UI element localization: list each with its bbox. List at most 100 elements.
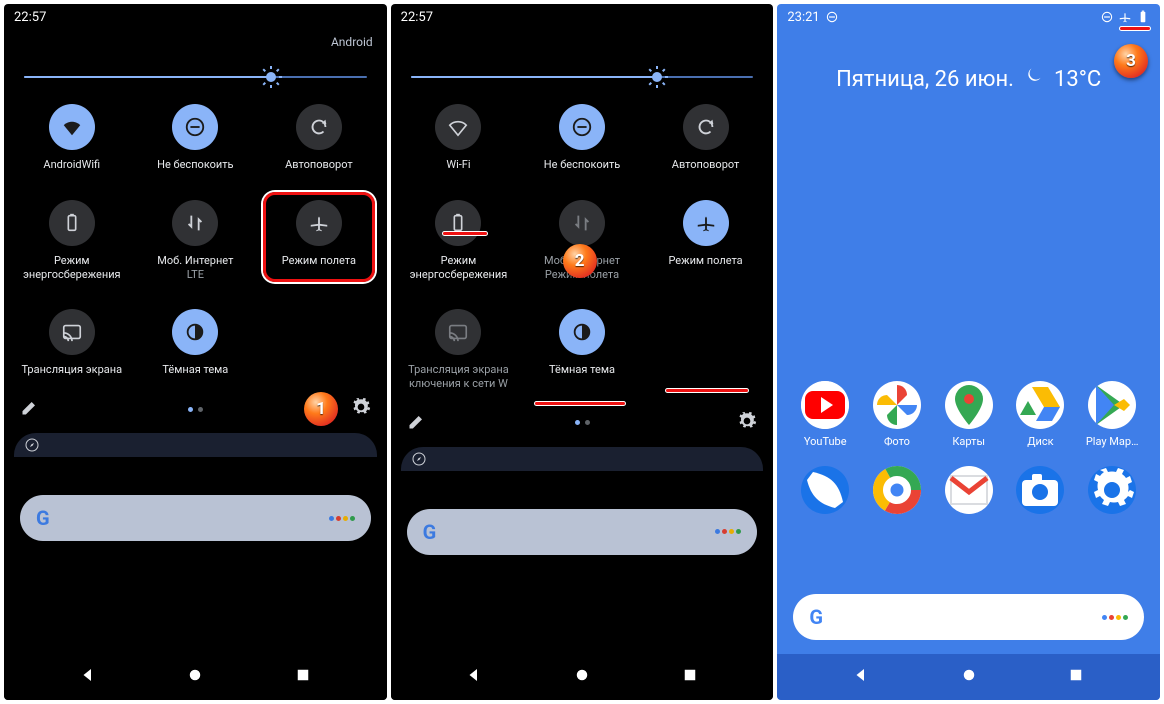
tile-dark-theme[interactable]: Тёмная тема <box>134 309 258 377</box>
rotate-icon <box>308 116 330 138</box>
tile-dark-theme[interactable]: Тёмная тема <box>520 309 644 391</box>
assistant-icon[interactable] <box>715 529 741 534</box>
app-phone[interactable] <box>789 466 861 520</box>
airplane-status-icon <box>1118 10 1132 24</box>
cast-icon <box>447 321 469 343</box>
phone-panel-left: 22:57 Android AndroidWifi Не беспокоить … <box>4 4 387 700</box>
phone-panel-middle: 22:57 Wi-Fi Не беспокоить Автоповорот Ре… <box>391 4 774 700</box>
page-dots <box>575 420 590 425</box>
battery-icon <box>1136 10 1150 24</box>
tile-dnd[interactable]: Не беспокоить <box>520 104 644 172</box>
app-youtube[interactable]: YouTube <box>789 381 861 448</box>
battery-icon <box>61 212 83 234</box>
app-photos[interactable]: Фото <box>861 381 933 448</box>
nav-back[interactable] <box>79 666 97 688</box>
status-bar: 22:57 <box>391 4 774 30</box>
nav-bar <box>777 654 1160 700</box>
app-gmail[interactable] <box>933 466 1005 520</box>
tile-wifi[interactable]: AndroidWifi <box>10 104 134 172</box>
phone-panel-right: 23:21 Пятница, 26 июн. 13°C YouTube Фото… <box>777 4 1160 700</box>
settings-button[interactable] <box>737 411 757 435</box>
notification-shelf[interactable] <box>401 447 764 471</box>
wifi-icon <box>61 116 83 138</box>
google-logo: G <box>809 605 823 629</box>
tile-dnd[interactable]: Не беспокоить <box>134 104 258 172</box>
nav-home[interactable] <box>186 666 204 688</box>
underline-wifi <box>443 232 487 235</box>
brightness-slider[interactable] <box>391 54 774 88</box>
app-grid: YouTube Фото Карты Диск Play Мар… <box>777 381 1160 520</box>
tile-cast[interactable]: Трансляция экранаключения к сети W <box>397 309 521 391</box>
status-carrier: Android <box>4 30 387 54</box>
tile-airplane[interactable]: Режим полета <box>257 200 381 282</box>
tile-autorotate[interactable]: Автоповорот <box>644 104 768 172</box>
tile-autorotate[interactable]: Автоповорот <box>257 104 381 172</box>
home-date-text: Пятница, 26 июн. <box>836 67 1014 92</box>
dark-icon <box>571 321 593 343</box>
nav-recent[interactable] <box>681 666 699 688</box>
underline-airplane <box>666 389 748 392</box>
app-chrome[interactable] <box>861 466 933 520</box>
tile-battery-saver[interactable]: Режим энергосбережения <box>10 200 134 282</box>
assistant-icon[interactable] <box>1102 615 1128 620</box>
underline-status <box>1120 27 1150 30</box>
app-camera[interactable] <box>1005 466 1077 520</box>
compass-icon <box>24 437 40 453</box>
dnd-status-icon <box>825 10 839 24</box>
wifi-icon <box>447 116 469 138</box>
tile-airplane[interactable]: Режим полета <box>644 200 768 282</box>
notification-shelf[interactable] <box>14 433 377 457</box>
brightness-slider[interactable] <box>4 54 387 88</box>
battery-icon <box>447 212 469 234</box>
quick-settings-grid: AndroidWifi Не беспокоить Автоповорот Ре… <box>4 88 387 389</box>
tile-battery-saver[interactable]: Режим энергосбережения <box>397 200 521 282</box>
nav-bar <box>391 654 774 700</box>
compass-icon <box>411 451 427 467</box>
assistant-icon[interactable] <box>329 516 355 521</box>
qs-footer <box>391 403 774 439</box>
app-settings[interactable] <box>1076 466 1148 520</box>
status-bar: 23:21 <box>777 4 1160 30</box>
edit-button[interactable] <box>20 397 40 421</box>
annotation-pin-3: 3 <box>1114 44 1148 78</box>
airplane-icon <box>695 212 717 234</box>
google-logo: G <box>423 520 437 544</box>
tile-mobile-data[interactable]: Моб. ИнтернетLTE <box>134 200 258 282</box>
status-time: 23:21 <box>787 10 819 25</box>
search-bar[interactable]: G <box>793 594 1144 640</box>
data-icon <box>184 212 206 234</box>
airplane-icon <box>308 212 330 234</box>
dnd-icon <box>571 116 593 138</box>
page-dots <box>188 407 203 412</box>
app-play[interactable]: Play Мар… <box>1076 381 1148 448</box>
dnd-icon <box>1100 10 1114 24</box>
tile-cast[interactable]: Трансляция экрана <box>10 309 134 377</box>
search-bar[interactable]: G <box>20 495 371 541</box>
edit-icon <box>20 397 40 417</box>
annotation-pin-2: 2 <box>563 244 597 278</box>
nav-recent[interactable] <box>1067 666 1085 688</box>
edit-icon <box>407 411 427 431</box>
moon-icon <box>1024 66 1044 92</box>
home-temperature: 13°C <box>1054 67 1101 92</box>
home-header: Пятница, 26 июн. 13°C <box>777 30 1160 92</box>
nav-back[interactable] <box>465 666 483 688</box>
app-maps[interactable]: Карты <box>933 381 1005 448</box>
google-logo: G <box>36 506 50 530</box>
search-bar[interactable]: G <box>407 509 758 555</box>
tile-wifi[interactable]: Wi-Fi <box>397 104 521 172</box>
nav-back[interactable] <box>852 666 870 688</box>
settings-button[interactable] <box>351 397 371 421</box>
dark-icon <box>184 321 206 343</box>
nav-home[interactable] <box>960 666 978 688</box>
nav-recent[interactable] <box>294 666 312 688</box>
app-drive[interactable]: Диск <box>1005 381 1077 448</box>
dnd-icon <box>184 116 206 138</box>
data-icon <box>571 212 593 234</box>
edit-button[interactable] <box>407 411 427 435</box>
underline-mobile <box>535 402 625 405</box>
annotation-pin-1: 1 <box>304 392 338 426</box>
nav-bar <box>4 654 387 700</box>
nav-home[interactable] <box>573 666 591 688</box>
status-time: 22:57 <box>401 10 433 25</box>
